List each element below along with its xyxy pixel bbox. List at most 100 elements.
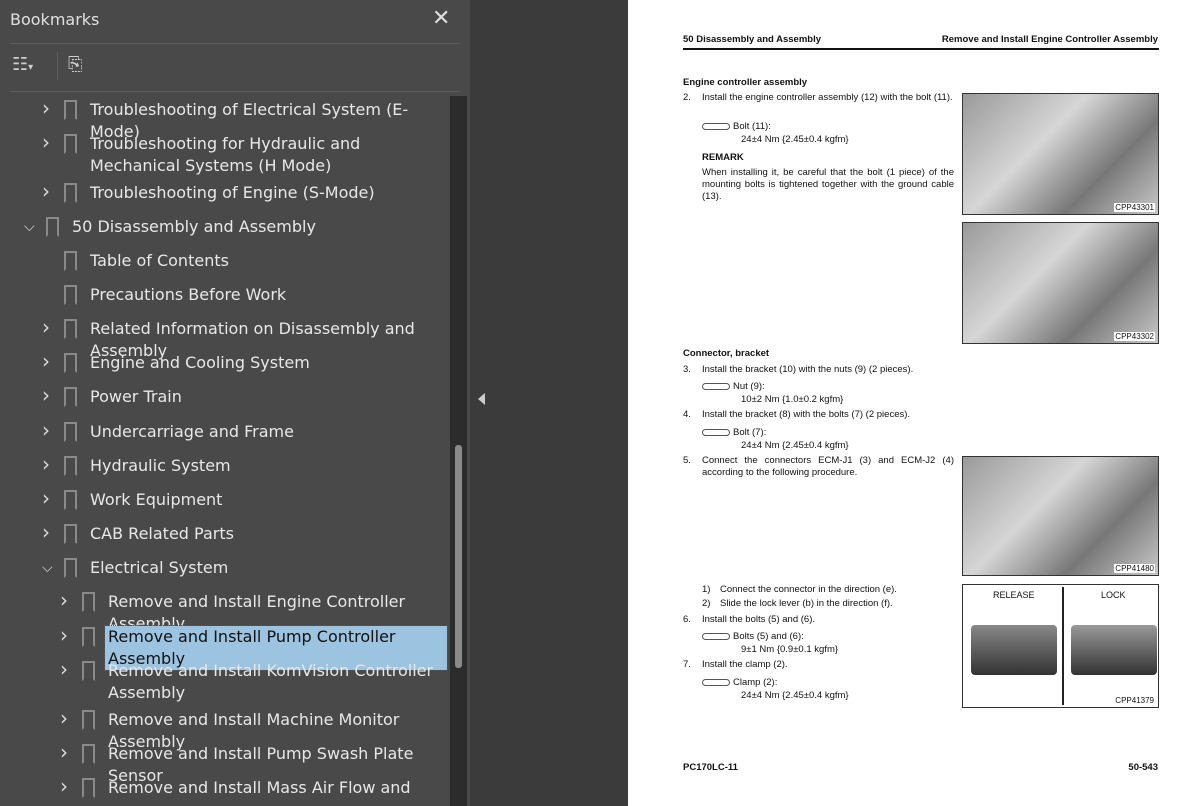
- chevron-right-icon[interactable]: ›: [60, 624, 68, 646]
- bookmark-icon: [64, 285, 77, 305]
- chevron-right-icon[interactable]: ›: [42, 316, 50, 338]
- connector-figure: CPP41480: [962, 456, 1159, 576]
- bookmark-icon: [64, 251, 77, 271]
- torque-value: 10±2 Nm {1.0±0.2 kgfm}: [741, 394, 844, 405]
- chevron-right-icon[interactable]: ›: [60, 707, 68, 729]
- torque-spec: Bolts (5) and (6):: [702, 631, 804, 643]
- divider: [10, 43, 460, 44]
- bookmark-icon: [64, 319, 77, 339]
- bookmark-label: Undercarriage and Frame: [90, 422, 294, 441]
- step-text: Install the bracket (8) with the bolts (…: [702, 409, 911, 420]
- bookmark-icon: [82, 592, 95, 612]
- bookmark-icon: [82, 778, 95, 798]
- divider: [57, 52, 58, 80]
- list-options-icon[interactable]: ☷▾: [12, 54, 33, 75]
- bookmark-icon: [64, 456, 77, 476]
- section-heading: Engine controller assembly: [683, 77, 808, 88]
- close-icon[interactable]: ✕: [432, 6, 450, 31]
- step-text: Connect the connectors ECM-J1 (3) and EC…: [702, 455, 954, 478]
- step-text: Install the engine controller assembly (…: [702, 92, 953, 103]
- bookmark-icon: [64, 524, 77, 544]
- section-heading: Connector, bracket: [683, 348, 770, 359]
- chevron-right-icon[interactable]: ›: [42, 453, 50, 475]
- bookmark-icon: [82, 627, 95, 647]
- bookmark-icon: [64, 353, 77, 373]
- step-text: Install the bracket (10) with the nuts (…: [702, 364, 914, 375]
- panel-title: Bookmarks: [10, 10, 100, 29]
- bookmark-icon: [64, 183, 77, 203]
- find-bookmark-icon[interactable]: ⎘: [68, 54, 82, 75]
- chevron-right-icon[interactable]: ›: [60, 775, 68, 797]
- bookmark-icon: [64, 134, 77, 154]
- step-number: 2.: [683, 92, 691, 103]
- wrench-icon: [702, 428, 730, 436]
- pdf-page: 50 Disassembly and Assembly Remove and I…: [628, 0, 1200, 806]
- bookmark-icon: [64, 490, 77, 510]
- torque-value: 24±4 Nm {2.45±0.4 kgfm}: [741, 690, 849, 701]
- chevron-right-icon[interactable]: ›: [42, 384, 50, 406]
- bookmark-label: CAB Related Parts: [90, 524, 234, 543]
- step-number: 4.: [683, 409, 691, 420]
- bookmark-icon: [46, 217, 59, 237]
- divider: [10, 91, 460, 92]
- engine-controller-figure: CPP43301: [962, 93, 1159, 215]
- bookmark-label: Remove and Install Mass Air Flow and: [108, 778, 411, 797]
- remark-text: When installing it, be careful that the …: [702, 167, 954, 202]
- torque-value: 9±1 Nm {0.9±0.1 kgfm}: [741, 644, 839, 655]
- bookmark-icon: [82, 744, 95, 764]
- bookmark-label: Table of Contents: [90, 251, 229, 270]
- chevron-down-icon[interactable]: ⌵: [42, 557, 53, 579]
- bookmark-label: Precautions Before Work: [90, 285, 287, 304]
- page-number: 50-543: [1128, 762, 1158, 773]
- chevron-down-icon[interactable]: ⌵: [24, 216, 35, 238]
- bookmark-label: Remove and Install KomVision Controller …: [108, 661, 434, 702]
- substep-text: Connect the connector in the direction (…: [720, 584, 897, 595]
- torque-value: 24±4 Nm {2.45±0.4 kgfm}: [741, 440, 849, 451]
- torque-spec: Bolt (7):: [702, 427, 766, 439]
- chevron-right-icon[interactable]: ›: [42, 521, 50, 543]
- chevron-right-icon[interactable]: ›: [42, 131, 50, 153]
- bookmark-icon: [64, 558, 77, 578]
- bookmark-label: Electrical System: [90, 558, 229, 577]
- header-right: Remove and Install Engine Controller Ass…: [941, 34, 1158, 45]
- wrench-icon: [702, 382, 730, 390]
- step-number: 5.: [683, 455, 691, 466]
- bookmark-icon: [82, 661, 95, 681]
- release-label: RELEASE: [993, 590, 1035, 600]
- chevron-right-icon[interactable]: ›: [60, 658, 68, 680]
- release-lock-figure: RELEASE LOCK CPP41379: [962, 584, 1159, 708]
- lock-label: LOCK: [1101, 590, 1126, 600]
- step-number: 7.: [683, 659, 691, 670]
- substep-number: 1): [702, 584, 711, 595]
- step-number: 6.: [683, 614, 691, 625]
- wrench-icon: [702, 678, 730, 686]
- chevron-right-icon[interactable]: ›: [42, 350, 50, 372]
- bookmarks-panel: Bookmarks ✕ ☷▾ ⎘ › Troubleshooting of Ele…: [0, 0, 470, 806]
- torque-spec: Bolt (11):: [702, 121, 771, 133]
- torque-spec: Nut (9):: [702, 381, 765, 393]
- ground-cable-figure: CPP43302: [962, 222, 1159, 344]
- collapse-panel-arrow-icon[interactable]: [478, 393, 485, 405]
- bookmark-label: Troubleshooting for Hydraulic and Mechan…: [90, 134, 361, 175]
- chevron-right-icon[interactable]: ›: [42, 419, 50, 441]
- chevron-right-icon[interactable]: ›: [42, 97, 50, 119]
- header-rule: [683, 48, 1159, 50]
- remark-heading: REMARK: [702, 152, 744, 163]
- bookmark-label: Engine and Cooling System: [90, 353, 310, 372]
- substep-number: 2): [702, 598, 711, 609]
- substep-text: Slide the lock lever (b) in the directio…: [720, 598, 893, 609]
- step-number: 3.: [683, 364, 691, 375]
- bookmark-label: Power Train: [90, 387, 182, 406]
- bookmark-icon: [82, 710, 95, 730]
- bookmark-icon: [64, 422, 77, 442]
- torque-spec: Clamp (2):: [702, 677, 777, 689]
- scrollbar-thumb[interactable]: [455, 445, 462, 668]
- chevron-right-icon[interactable]: ›: [60, 741, 68, 763]
- step-text: Install the clamp (2).: [702, 659, 788, 670]
- chevron-right-icon[interactable]: ›: [42, 487, 50, 509]
- wrench-icon: [702, 632, 730, 640]
- chevron-right-icon[interactable]: ›: [60, 589, 68, 611]
- bookmark-icon: [64, 100, 77, 120]
- chevron-right-icon[interactable]: ›: [42, 180, 50, 202]
- torque-value: 24±4 Nm {2.45±0.4 kgfm}: [741, 134, 849, 145]
